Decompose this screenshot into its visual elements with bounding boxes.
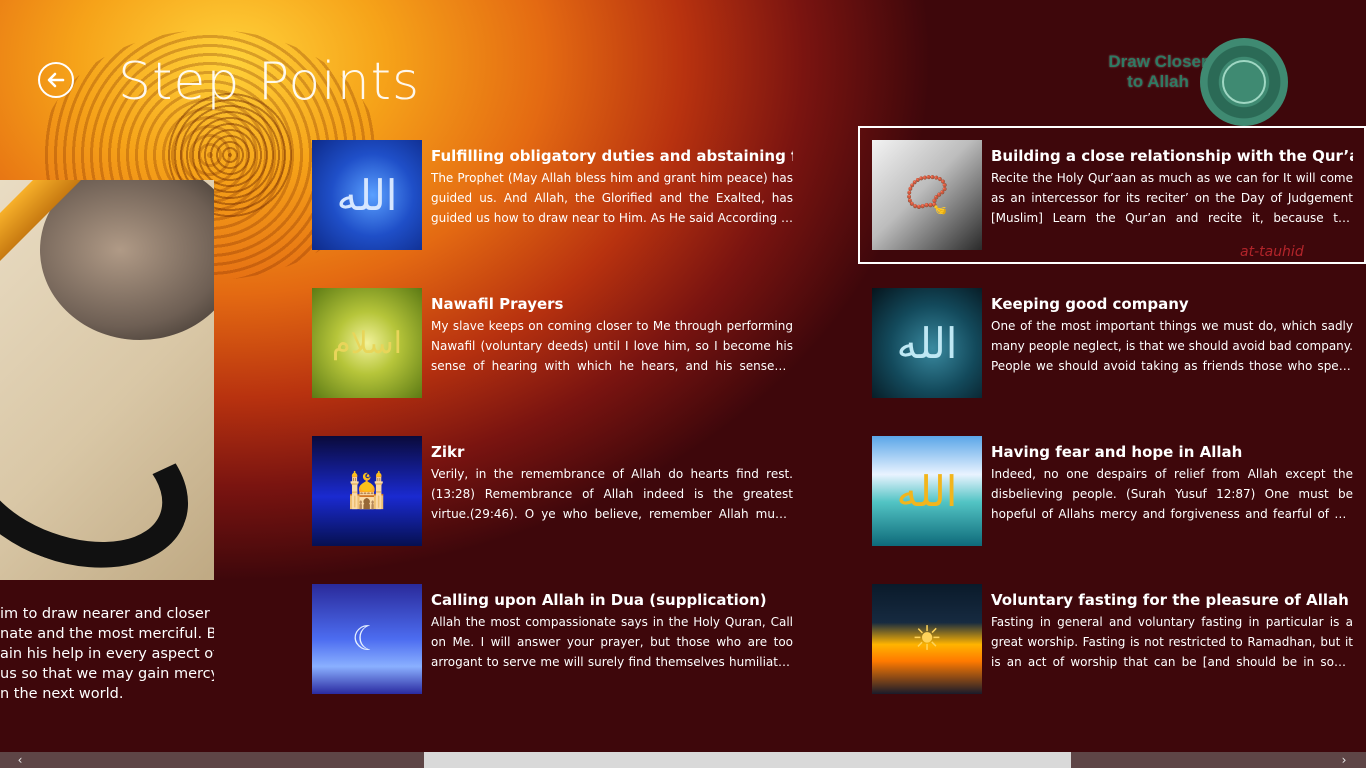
step-item-good-company[interactable]: الله Keeping good company One of the mos…	[872, 288, 1353, 398]
item-thumbnail: الله	[312, 140, 422, 250]
item-description: My slave keeps on coming closer to Me th…	[431, 319, 793, 373]
mosque-moon-icon: ☾	[351, 619, 383, 659]
horizontal-scrollbar[interactable]: ‹ ›	[0, 752, 1366, 768]
watermark: at-tauhid	[1240, 244, 1304, 260]
logo-seal-icon	[1200, 38, 1288, 126]
allah-calligraphy-teal-icon: الله	[896, 318, 958, 368]
item-title: Zikr	[431, 443, 465, 461]
item-thumbnail: اسلام	[312, 288, 422, 398]
scrollbar-thumb[interactable]	[424, 752, 1071, 768]
item-title: Having fear and hope in Allah	[991, 443, 1243, 461]
item-thumbnail: الله	[872, 436, 982, 546]
hero-line: ain his help in every aspect of our	[0, 646, 214, 662]
sunset-calligraphy-icon: ☀	[911, 619, 943, 659]
islam-calligraphy-green-icon: اسلام	[332, 325, 402, 361]
back-arrow-icon	[47, 72, 65, 88]
item-thumbnail: الله	[872, 288, 982, 398]
hero-line: us so that we may gain mercy in	[0, 666, 214, 682]
item-description: The Prophet (May Allah bless him and gra…	[431, 171, 793, 225]
quran-tasbih-icon: 📿	[904, 175, 950, 216]
hero-line: im to draw nearer and closer to	[0, 606, 214, 622]
step-item-fear-and-hope[interactable]: الله Having fear and hope in Allah Indee…	[872, 436, 1353, 546]
item-title: Calling upon Allah in Dua (supplication)	[431, 591, 767, 609]
app-logo: Draw Closer to Allah	[1108, 38, 1293, 130]
item-description: One of the most important things we must…	[991, 319, 1353, 373]
allah-calligraphy-blue-icon: الله	[336, 170, 398, 220]
step-item-dua[interactable]: ☾ Calling upon Allah in Dua (supplicatio…	[312, 584, 793, 694]
page-title: Step Points	[118, 52, 421, 112]
step-item-nawafil-prayers[interactable]: اسلام Nawafil Prayers My slave keeps on …	[312, 288, 793, 398]
item-thumbnail: ☀	[872, 584, 982, 694]
scroll-left-icon[interactable]: ‹	[8, 752, 32, 768]
item-description: Verily, in the remembrance of Allah do h…	[431, 467, 793, 521]
item-thumbnail: 📿	[872, 140, 982, 250]
item-description: Allah the most compassionate says in the…	[431, 615, 793, 669]
hand-image	[40, 180, 214, 340]
hero-line: nate and the most merciful. By	[0, 626, 214, 642]
hero-line: n the next world.	[0, 686, 124, 702]
step-item-voluntary-fasting[interactable]: ☀ Voluntary fasting for the pleasure of …	[872, 584, 1353, 694]
scroll-right-icon[interactable]: ›	[1332, 752, 1356, 768]
item-title: Voluntary fasting for the pleasure of Al…	[991, 591, 1349, 609]
item-title: Keeping good company	[991, 295, 1189, 313]
item-thumbnail: 🕌	[312, 436, 422, 546]
hero-image	[0, 180, 214, 580]
item-description: Recite the Holy Qur’aan as much as we ca…	[991, 171, 1353, 225]
logo-text: Draw Closer to Allah	[1108, 52, 1208, 91]
item-title: Building a close relationship with the Q…	[991, 147, 1353, 165]
item-title: Nawafil Prayers	[431, 295, 564, 313]
calligraphy-stroke-image	[0, 363, 213, 580]
back-button[interactable]	[38, 62, 74, 98]
item-thumbnail: ☾	[312, 584, 422, 694]
step-item-obligatory-duties[interactable]: الله Fulfilling obligatory duties and ab…	[312, 140, 793, 250]
allah-calligraphy-sky-icon: الله	[896, 466, 958, 516]
item-description: Fasting in general and voluntary fasting…	[991, 615, 1353, 669]
step-item-zikr[interactable]: 🕌 Zikr Verily, in the remembrance of All…	[312, 436, 793, 546]
hero-description: im to draw nearer and closer to nate and…	[0, 604, 214, 704]
mosque-night-icon: 🕌	[345, 471, 389, 511]
item-title: Fulfilling obligatory duties and abstain…	[431, 147, 793, 165]
item-description: Indeed, no one despairs of relief from A…	[991, 467, 1353, 521]
step-item-quran-relationship[interactable]: 📿 Building a close relationship with the…	[858, 126, 1366, 264]
